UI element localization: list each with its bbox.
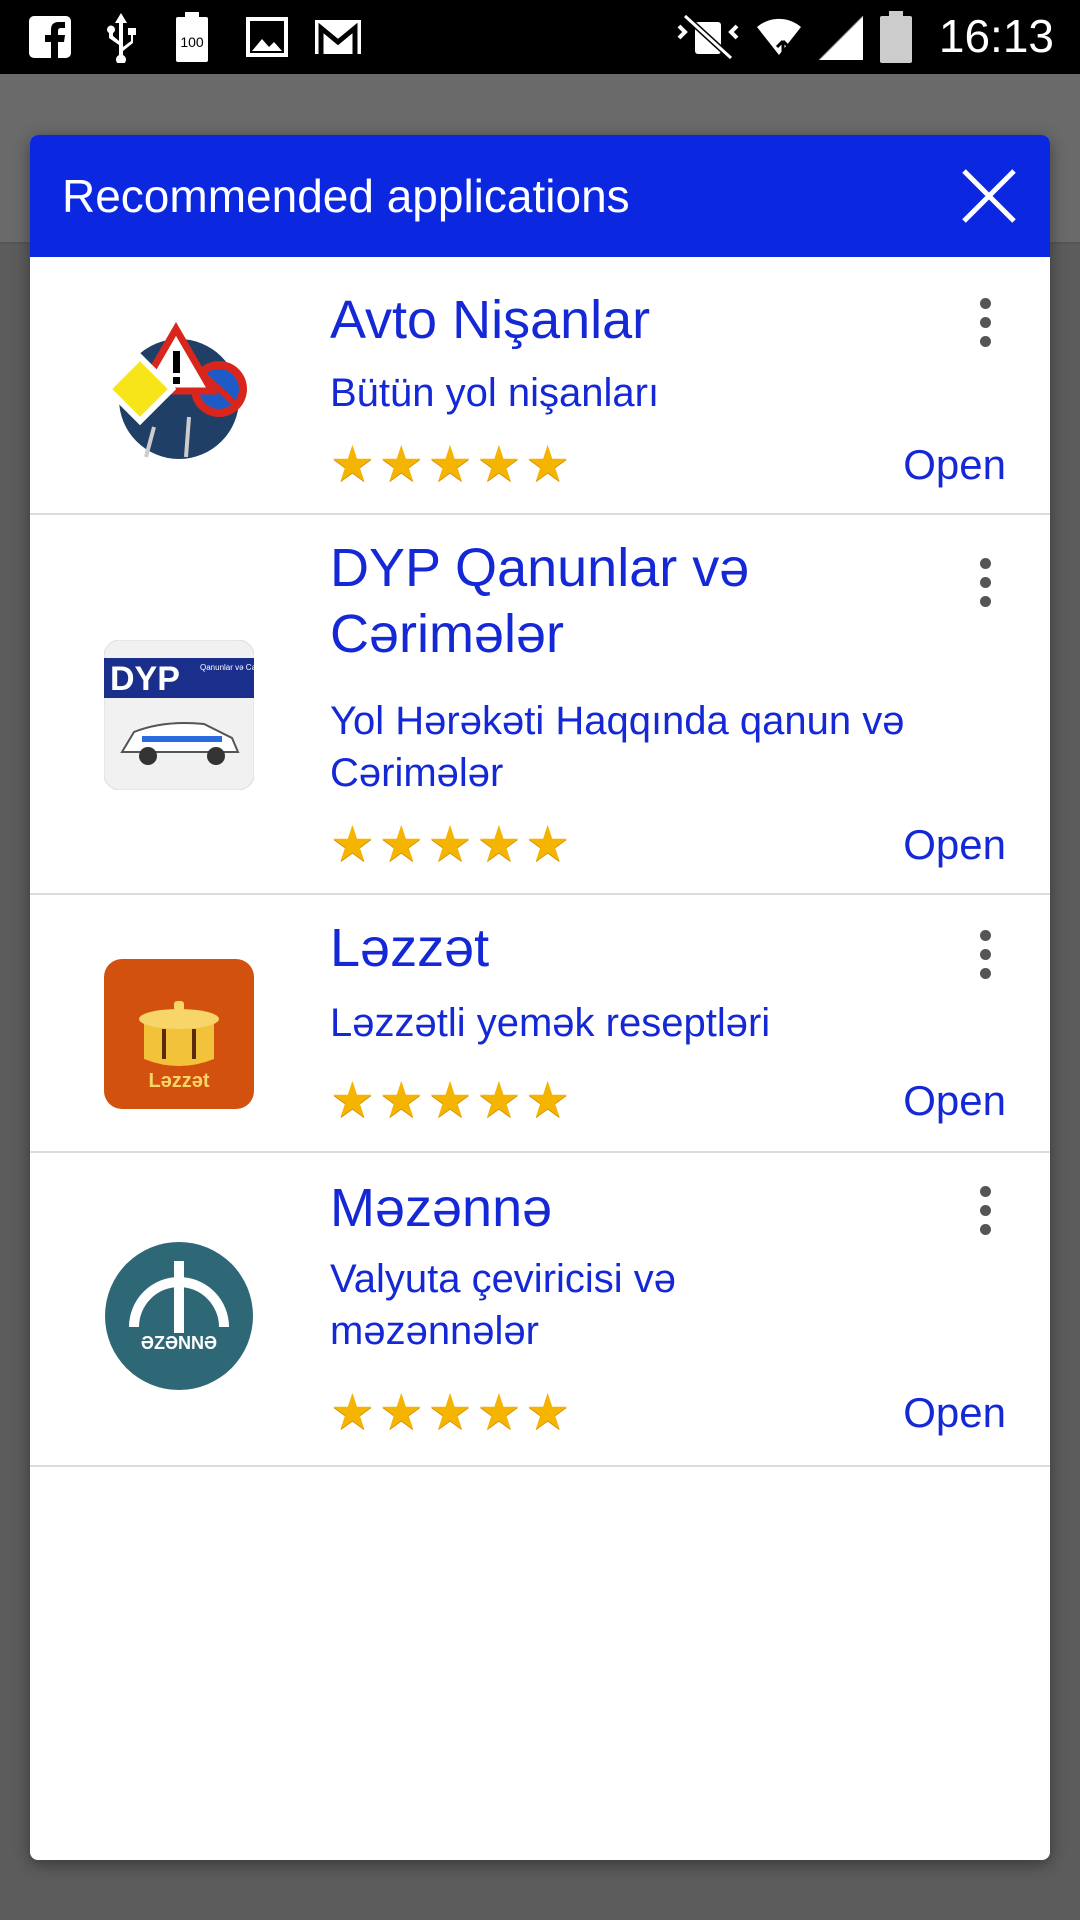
icon-sublabel: Qanunlar və Cərimələr xyxy=(200,663,254,672)
road-signs-icon xyxy=(94,307,264,477)
icon-label: DYP xyxy=(110,660,180,698)
app-list: Avto Nişanlar Bütün yol nişanları ★★★★★ … xyxy=(30,257,1050,1467)
clock: 16:13 xyxy=(938,10,1054,62)
dialog-title: Recommended applications xyxy=(62,170,630,222)
icon-label: ƏZƏNNƏ xyxy=(141,1333,217,1353)
signal-icon xyxy=(814,10,866,64)
close-button[interactable] xyxy=(946,153,1032,239)
dyp-police-car-icon: DYP Qanunlar və Cərimələr xyxy=(94,630,264,800)
more-options-icon[interactable] xyxy=(960,1175,1010,1245)
status-bar: 100 16:13 xyxy=(0,0,1080,74)
rating-stars: ★★★★★ xyxy=(330,1384,575,1442)
open-button[interactable]: Open xyxy=(903,437,1006,493)
app-description: Ləzzətli yemək reseptləri xyxy=(330,1001,771,1045)
battery-icon xyxy=(876,10,916,64)
open-button[interactable]: Open xyxy=(903,817,1006,873)
dialog-header: Recommended applications xyxy=(30,135,1050,257)
more-options-icon[interactable] xyxy=(960,287,1010,357)
list-item[interactable]: ƏZƏNNƏ Məzənnə Valyuta çeviricisi və məz… xyxy=(30,1153,1050,1467)
facebook-icon xyxy=(26,10,74,64)
more-options-icon[interactable] xyxy=(960,547,1010,617)
rating-stars: ★★★★★ xyxy=(330,436,575,494)
more-options-icon[interactable] xyxy=(960,919,1010,989)
app-name: Ləzzət xyxy=(330,918,490,978)
cooking-pot-icon: Ləzzət xyxy=(94,949,264,1119)
app-name: Məzənnə xyxy=(330,1178,553,1238)
open-button[interactable]: Open xyxy=(903,1073,1006,1129)
usb-icon xyxy=(98,10,144,64)
manat-currency-icon: ƏZƏNNƏ xyxy=(94,1231,264,1401)
recommended-apps-dialog: Recommended applications Avto Nişanlar B… xyxy=(30,135,1050,1860)
app-name: Avto Nişanlar xyxy=(330,290,651,350)
battery-percent-text: 100 xyxy=(180,34,204,50)
battery-full-icon: 100 xyxy=(172,10,212,64)
mute-icon xyxy=(672,10,744,64)
app-name: DYP Qanunlar və Cərimələr xyxy=(330,538,750,664)
app-description: Bütün yol nişanları xyxy=(330,371,660,415)
app-description: Yol Hərəkəti Haqqında qanun və Cərimələr xyxy=(330,699,905,795)
list-item[interactable]: Avto Nişanlar Bütün yol nişanları ★★★★★ … xyxy=(30,257,1050,515)
rating-stars: ★★★★★ xyxy=(330,816,575,874)
close-icon xyxy=(962,169,1016,223)
rating-stars: ★★★★★ xyxy=(330,1072,575,1130)
icon-label: Ləzzət xyxy=(148,1070,209,1092)
gallery-icon xyxy=(244,10,290,64)
list-item[interactable]: Ləzzət Ləzzət Ləzzətli yemək reseptləri … xyxy=(30,895,1050,1153)
app-description: Valyuta çeviricisi və məzənnələr xyxy=(330,1257,677,1353)
open-button[interactable]: Open xyxy=(903,1385,1006,1441)
list-item[interactable]: DYP Qanunlar və Cərimələr DYP Qanunlar v… xyxy=(30,515,1050,895)
gmail-icon xyxy=(312,10,364,64)
wifi-icon xyxy=(752,10,806,64)
